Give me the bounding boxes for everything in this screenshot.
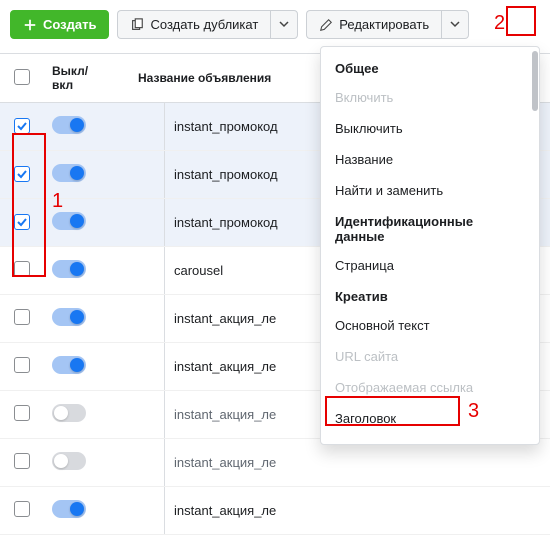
row-checkbox[interactable] <box>14 405 30 421</box>
menu-item: URL сайта <box>321 341 539 372</box>
row-checkbox[interactable] <box>14 453 30 469</box>
edit-button[interactable]: Редактировать <box>306 10 441 39</box>
menu-section-header: Идентификационные данные <box>321 206 539 250</box>
row-name[interactable]: instant_промокод <box>174 119 278 134</box>
row-name[interactable]: instant_промокод <box>174 167 278 182</box>
row-checkbox[interactable] <box>14 118 30 134</box>
menu-section-header: Общее <box>321 53 539 82</box>
row-toggle[interactable] <box>52 212 86 230</box>
menu-item: Отображаемая ссылка <box>321 372 539 403</box>
row-checkbox[interactable] <box>14 357 30 373</box>
row-toggle[interactable] <box>52 404 86 422</box>
table-row: instant_акция_ле <box>0 487 550 535</box>
menu-item[interactable]: Основной текст <box>321 310 539 341</box>
menu-item[interactable]: Название <box>321 144 539 175</box>
pencil-icon <box>319 18 333 32</box>
copy-icon <box>130 18 144 32</box>
row-checkbox[interactable] <box>14 214 30 230</box>
row-toggle[interactable] <box>52 308 86 326</box>
row-name[interactable]: carousel <box>174 263 223 278</box>
row-toggle[interactable] <box>52 260 86 278</box>
caret-down-icon <box>279 17 289 32</box>
table-row: instant_акция_ле <box>0 439 550 487</box>
row-toggle[interactable] <box>52 452 86 470</box>
row-name[interactable]: instant_акция_ле <box>174 503 276 518</box>
row-name[interactable]: instant_акция_ле <box>174 455 276 470</box>
row-toggle[interactable] <box>52 164 86 182</box>
edit-button-label: Редактировать <box>339 17 429 32</box>
toggle-column-header: Выкл/ вкл <box>44 54 130 103</box>
row-name[interactable]: instant_акция_ле <box>174 359 276 374</box>
select-all-checkbox[interactable] <box>14 69 30 85</box>
row-checkbox[interactable] <box>14 309 30 325</box>
row-checkbox[interactable] <box>14 501 30 517</box>
duplicate-button-label: Создать дубликат <box>150 17 258 32</box>
row-toggle[interactable] <box>52 500 86 518</box>
plus-icon <box>23 18 37 32</box>
menu-section-header: Креатив <box>321 281 539 310</box>
menu-item[interactable]: Страница <box>321 250 539 281</box>
menu-scrollbar[interactable] <box>532 49 538 442</box>
row-name[interactable]: instant_промокод <box>174 215 278 230</box>
row-toggle[interactable] <box>52 116 86 134</box>
duplicate-caret-button[interactable] <box>270 10 298 39</box>
edit-button-group: Редактировать <box>306 10 469 39</box>
duplicate-button-group: Создать дубликат <box>117 10 298 39</box>
menu-item: Включить <box>321 82 539 113</box>
menu-item[interactable]: Выключить <box>321 113 539 144</box>
row-toggle[interactable] <box>52 356 86 374</box>
caret-down-icon <box>450 17 460 32</box>
select-all-header <box>0 54 44 103</box>
edit-dropdown-menu: ОбщееВключитьВыключитьНазваниеНайти и за… <box>320 46 540 445</box>
create-button[interactable]: Создать <box>10 10 109 39</box>
duplicate-button[interactable]: Создать дубликат <box>117 10 270 39</box>
menu-item[interactable]: Заголовок <box>321 403 539 434</box>
edit-caret-button[interactable] <box>441 10 469 39</box>
row-checkbox[interactable] <box>14 166 30 182</box>
create-button-label: Создать <box>43 17 96 32</box>
row-checkbox[interactable] <box>14 261 30 277</box>
row-name[interactable]: instant_акция_ле <box>174 407 276 422</box>
menu-item[interactable]: Найти и заменить <box>321 175 539 206</box>
row-name[interactable]: instant_акция_ле <box>174 311 276 326</box>
